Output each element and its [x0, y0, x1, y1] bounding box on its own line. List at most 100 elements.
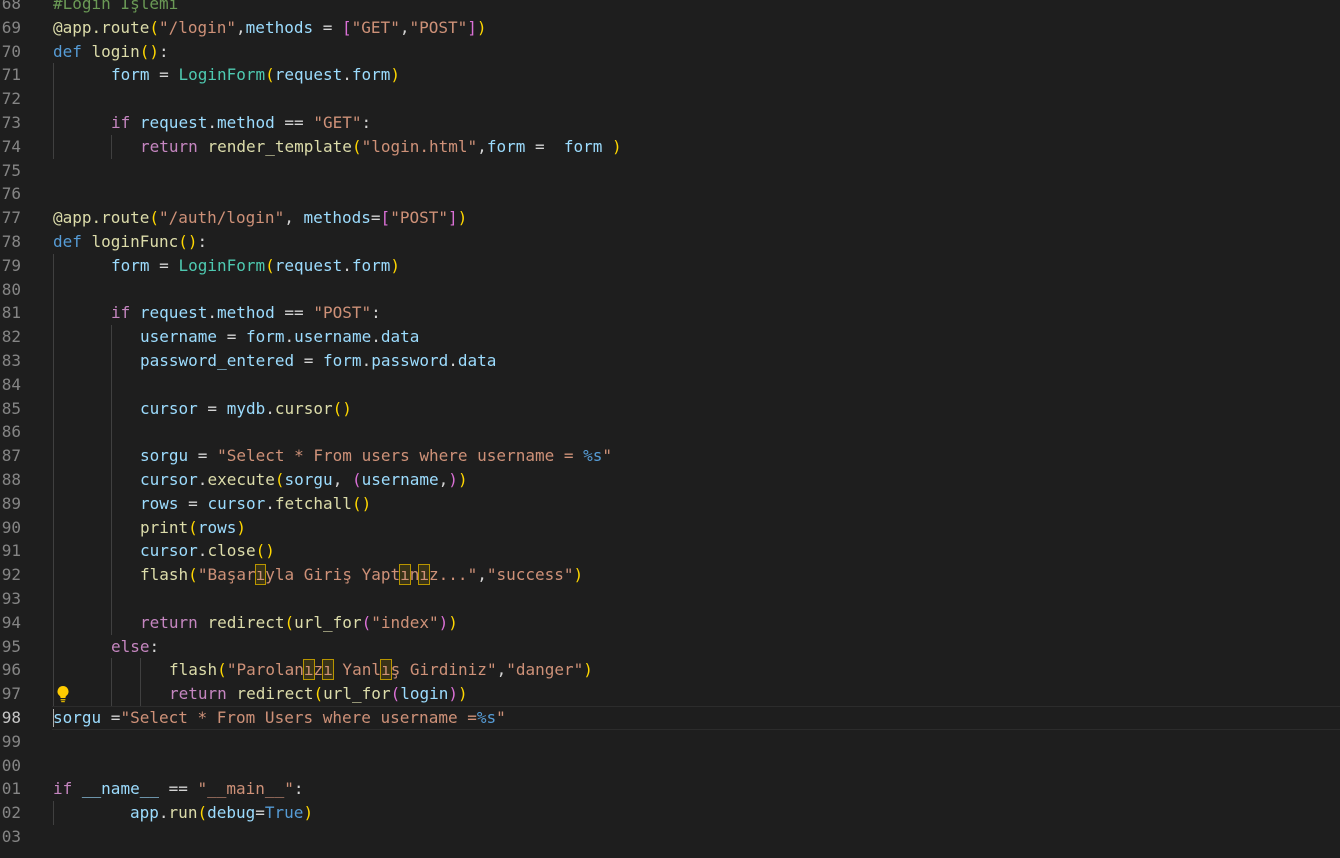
code-line[interactable]: 72 — [0, 87, 1340, 111]
line-number[interactable]: 97 — [0, 682, 21, 706]
code-line[interactable]: 89 rows = cursor.fetchall() — [0, 491, 1340, 516]
code-text[interactable]: return render_template("login.html",form… — [140, 135, 622, 159]
line-number[interactable]: 00 — [0, 754, 21, 778]
code-line[interactable]: 92 flash("Başarıyla Giriş Yaptınız...","s… — [0, 563, 1340, 587]
code-text[interactable]: password_entered = form.password.data — [140, 349, 496, 373]
line-number[interactable]: 73 — [0, 111, 21, 135]
line-number[interactable]: 83 — [0, 349, 21, 373]
line-number[interactable]: 98 — [0, 706, 21, 730]
line-number[interactable]: 76 — [0, 182, 21, 206]
line-number[interactable]: 03 — [0, 825, 21, 849]
line-number[interactable]: 84 — [0, 373, 21, 397]
code-line[interactable]: 88 cursor.execute(sorgu, (username,)) — [0, 468, 1340, 492]
line-number[interactable]: 82 — [0, 325, 21, 349]
code-line[interactable]: 75 — [0, 159, 1340, 183]
code-text[interactable]: else: — [111, 635, 159, 659]
code-text[interactable]: app.run(debug=True) — [130, 801, 313, 825]
code-text[interactable]: def loginFunc(): — [53, 230, 207, 254]
code-line[interactable]: 78 def loginFunc(): — [0, 230, 1340, 254]
code-line[interactable]: 77 @app.route("/auth/login", methods=["PO… — [0, 206, 1340, 230]
line-number[interactable]: 89 — [0, 492, 21, 516]
line-number[interactable]: 93 — [0, 587, 21, 611]
code-line[interactable]: 01 if __name__ == "__main__": — [0, 777, 1340, 801]
code-line[interactable]: 95 else: — [0, 634, 1340, 659]
code-line[interactable]: 74 return render_template("login.html",fo… — [0, 134, 1340, 159]
code-line[interactable]: 85 cursor = mydb.cursor() — [0, 396, 1340, 421]
code-text[interactable]: sorgu ="Select * From Users where userna… — [53, 706, 506, 730]
line-number[interactable]: 86 — [0, 420, 21, 444]
line-number[interactable]: 92 — [0, 563, 21, 587]
code-text[interactable]: form = LoginForm(request.form) — [111, 63, 400, 87]
code-text[interactable]: sorgu = "Select * From users where usern… — [140, 444, 612, 468]
line-number[interactable]: 81 — [0, 301, 21, 325]
line-number[interactable]: 78 — [0, 230, 21, 254]
line-number[interactable]: 69 — [0, 16, 21, 40]
code-text[interactable]: cursor.close() — [140, 539, 275, 563]
code-line[interactable]: 79 form = LoginForm(request.form) — [0, 253, 1340, 278]
code-text[interactable]: def login(): — [53, 40, 169, 64]
code-text[interactable]: #Login İşlemi — [53, 0, 178, 16]
code-text[interactable]: print(rows) — [140, 516, 246, 540]
line-number[interactable]: 79 — [0, 254, 21, 278]
code-text[interactable]: cursor = mydb.cursor() — [140, 397, 352, 421]
code-line[interactable]: 82 username = form.username.data — [0, 325, 1340, 349]
code-text[interactable]: rows = cursor.fetchall() — [140, 492, 371, 516]
code-line[interactable]: 97 return redirect(url_for(login)) — [0, 682, 1340, 706]
code-line[interactable]: 69 @app.route("/login",methods = ["GET","… — [0, 16, 1340, 40]
code-line[interactable]: 03 — [0, 825, 1340, 849]
code-line[interactable]: 93 — [0, 587, 1340, 611]
line-number[interactable]: 99 — [0, 730, 21, 754]
code-text[interactable]: @app.route("/login",methods = ["GET","PO… — [53, 16, 487, 40]
line-number[interactable]: 70 — [0, 40, 21, 64]
code-line[interactable]: 84 — [0, 372, 1340, 397]
code-text[interactable]: return redirect(url_for(login)) — [169, 682, 468, 706]
code-line[interactable]: 86 — [0, 420, 1340, 445]
line-number[interactable]: 68 — [0, 0, 21, 16]
code-text[interactable]: flash("Başarıyla Giriş Yaptınız...","suc… — [140, 563, 583, 587]
line-number[interactable]: 74 — [0, 135, 21, 159]
line-number[interactable]: 90 — [0, 516, 21, 540]
code-line[interactable]: 70 def login(): — [0, 40, 1340, 64]
code-line[interactable]: 71 form = LoginForm(request.form) — [0, 63, 1340, 88]
line-number[interactable]: 91 — [0, 539, 21, 563]
code-text[interactable]: return redirect(url_for("index")) — [140, 611, 458, 635]
line-number[interactable]: 94 — [0, 611, 21, 635]
code-line[interactable]: 76 — [0, 182, 1340, 206]
code-line[interactable]: 02 app.run(debug=True) — [0, 801, 1340, 825]
line-number[interactable]: 71 — [0, 63, 21, 87]
code-text[interactable]: if request.method == "GET": — [111, 111, 371, 135]
code-editor[interactable]: 68 #Login İşlemi 69 @app.route("/login",met… — [0, 0, 1340, 858]
lightbulb-icon[interactable] — [56, 685, 70, 703]
code-text[interactable]: if __name__ == "__main__": — [53, 777, 303, 801]
code-text[interactable]: form = LoginForm(request.form) — [111, 254, 400, 278]
code-line[interactable]: 90 print(rows) — [0, 515, 1340, 540]
code-text[interactable]: flash("Parolanızı Yanlış Girdiniz","dang… — [169, 658, 593, 682]
code-line[interactable]: 99 — [0, 730, 1340, 754]
line-number[interactable]: 87 — [0, 444, 21, 468]
line-number[interactable]: 02 — [0, 801, 21, 825]
code-line[interactable]: 91 cursor.close() — [0, 539, 1340, 564]
code-line[interactable]: 94 return redirect(url_for("index")) — [0, 610, 1340, 635]
line-number[interactable]: 88 — [0, 468, 21, 492]
line-number[interactable]: 96 — [0, 658, 21, 682]
code-text[interactable]: @app.route("/auth/login", methods=["POST… — [53, 206, 467, 230]
code-text[interactable]: username = form.username.data — [140, 325, 419, 349]
code-line[interactable]: 00 — [0, 754, 1340, 778]
code-line[interactable]: 73 if request.method == "GET": — [0, 111, 1340, 135]
code-line[interactable]: 96 flash("Parolanızı Yanlış Girdiniz","da… — [0, 658, 1340, 683]
code-text[interactable]: cursor.execute(sorgu, (username,)) — [140, 468, 468, 492]
line-number[interactable]: 77 — [0, 206, 21, 230]
line-number[interactable]: 85 — [0, 397, 21, 421]
code-line[interactable]: 87 sorgu = "Select * From users where use… — [0, 444, 1340, 468]
code-line[interactable]: 68 #Login İşlemi — [0, 0, 1340, 16]
line-number[interactable]: 95 — [0, 635, 21, 659]
line-number[interactable]: 72 — [0, 87, 21, 111]
line-number[interactable]: 80 — [0, 278, 21, 302]
code-text[interactable]: if request.method == "POST": — [111, 301, 381, 325]
code-line[interactable]: 80 — [0, 277, 1340, 302]
code-line[interactable]: 81 if request.method == "POST": — [0, 301, 1340, 326]
line-number[interactable]: 01 — [0, 777, 21, 801]
code-line[interactable]: 98 sorgu ="Select * From Users where user… — [0, 706, 1340, 730]
code-line[interactable]: 83 password_entered = form.password.data — [0, 349, 1340, 373]
line-number[interactable]: 75 — [0, 159, 21, 183]
